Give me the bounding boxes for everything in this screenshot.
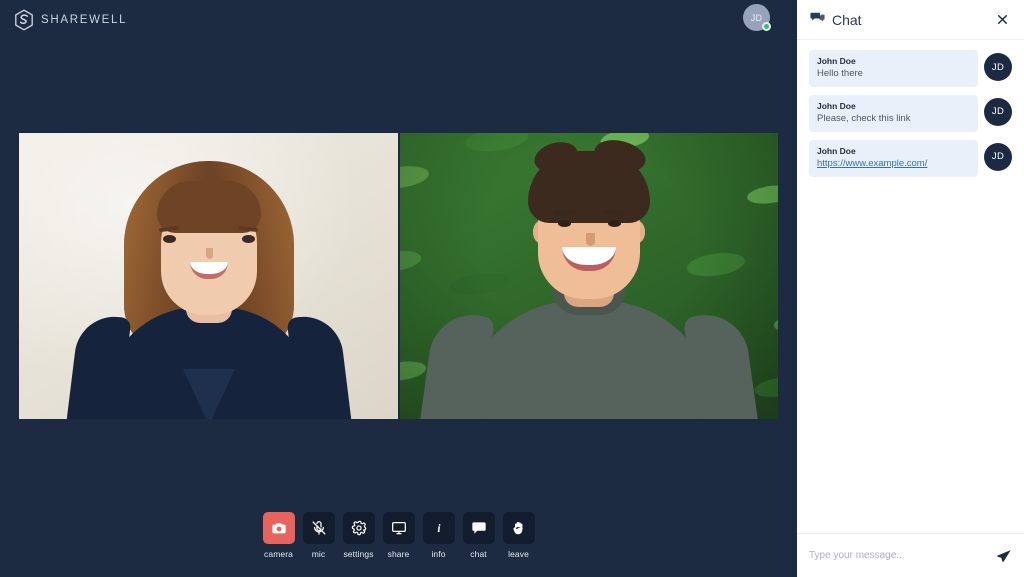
camera-button[interactable]: [262, 512, 295, 544]
gear-icon: [351, 520, 367, 536]
online-status-indicator: [762, 22, 771, 31]
monitor-icon: [391, 520, 407, 536]
raised-hand-icon: [511, 520, 527, 536]
message-bubble: John Doe https://www.example.com/: [809, 139, 978, 177]
message-bubble: John Doe Hello there: [809, 50, 978, 87]
control-info[interactable]: i info: [421, 512, 457, 559]
chat-header: Chat: [797, 0, 1024, 40]
control-camera[interactable]: camera: [261, 512, 297, 559]
participant-1-video: [19, 133, 398, 419]
control-share[interactable]: share: [381, 512, 417, 559]
control-mic[interactable]: mic: [301, 512, 337, 559]
control-label: info: [431, 549, 446, 559]
settings-button[interactable]: [342, 512, 375, 544]
video-grid: [19, 133, 778, 419]
control-settings[interactable]: settings: [341, 512, 377, 559]
chat-panel: Chat John Doe Hello there JD John Doe Pl…: [797, 0, 1024, 577]
message-author: John Doe: [817, 145, 856, 156]
leave-button[interactable]: [502, 512, 535, 544]
chat-message: John Doe https://www.example.com/ JD: [809, 139, 1012, 177]
message-text: Hello there: [817, 68, 863, 79]
control-label: settings: [343, 549, 374, 559]
control-label: share: [387, 549, 410, 559]
control-chat[interactable]: chat: [461, 512, 497, 559]
message-avatar: JD: [984, 97, 1012, 126]
control-leave[interactable]: leave: [501, 512, 537, 559]
message-link[interactable]: https://www.example.com/: [817, 158, 970, 170]
info-icon: i: [431, 520, 447, 536]
control-label: chat: [470, 549, 487, 559]
chat-bubble-icon: [810, 10, 825, 30]
chat-message: John Doe Hello there JD: [809, 50, 1012, 87]
sharewell-hex-logo-icon: [14, 9, 34, 31]
video-tile-participant-2[interactable]: [398, 133, 778, 419]
user-avatar[interactable]: JD: [743, 4, 771, 31]
control-label: leave: [508, 549, 529, 559]
chat-button[interactable]: [462, 512, 495, 544]
message-bubble: John Doe Please, check this link: [809, 94, 978, 132]
brand-logo: SHAREWELL: [14, 9, 127, 31]
chat-message-input[interactable]: [809, 550, 988, 561]
message-author: John Doe: [817, 100, 856, 111]
chat-message: John Doe Please, check this link JD: [809, 94, 1012, 132]
control-label: camera: [264, 549, 293, 559]
chat-bubble-icon: [471, 520, 487, 536]
control-label: mic: [311, 549, 326, 559]
message-author: John Doe: [817, 56, 856, 66]
camera-icon: [271, 520, 287, 536]
message-avatar: JD: [984, 53, 1012, 81]
video-stage: SHAREWELL JD camera mic settings share i…: [0, 0, 797, 577]
mic-off-icon: [311, 520, 327, 536]
message-text: Please, check this link: [817, 112, 911, 124]
participant-2-video: [400, 133, 778, 419]
share-button[interactable]: [382, 512, 415, 544]
message-avatar: JD: [984, 142, 1012, 171]
video-call-app: SHAREWELL JD camera mic settings share i…: [0, 0, 1024, 577]
call-controls-bar: camera mic settings share i info chat le…: [0, 512, 797, 559]
close-icon[interactable]: [993, 10, 1012, 29]
info-button[interactable]: i: [422, 512, 455, 544]
svg-text:i: i: [437, 523, 441, 535]
brand-name: SHAREWELL: [41, 14, 128, 26]
send-paper-plane-icon[interactable]: [988, 544, 1014, 568]
chat-input-row: [797, 533, 1024, 577]
chat-title: Chat: [832, 11, 862, 28]
video-tile-participant-1[interactable]: [19, 133, 398, 419]
mic-button[interactable]: [302, 512, 335, 544]
chat-message-list[interactable]: John Doe Hello there JD John Doe Please,…: [797, 40, 1024, 533]
